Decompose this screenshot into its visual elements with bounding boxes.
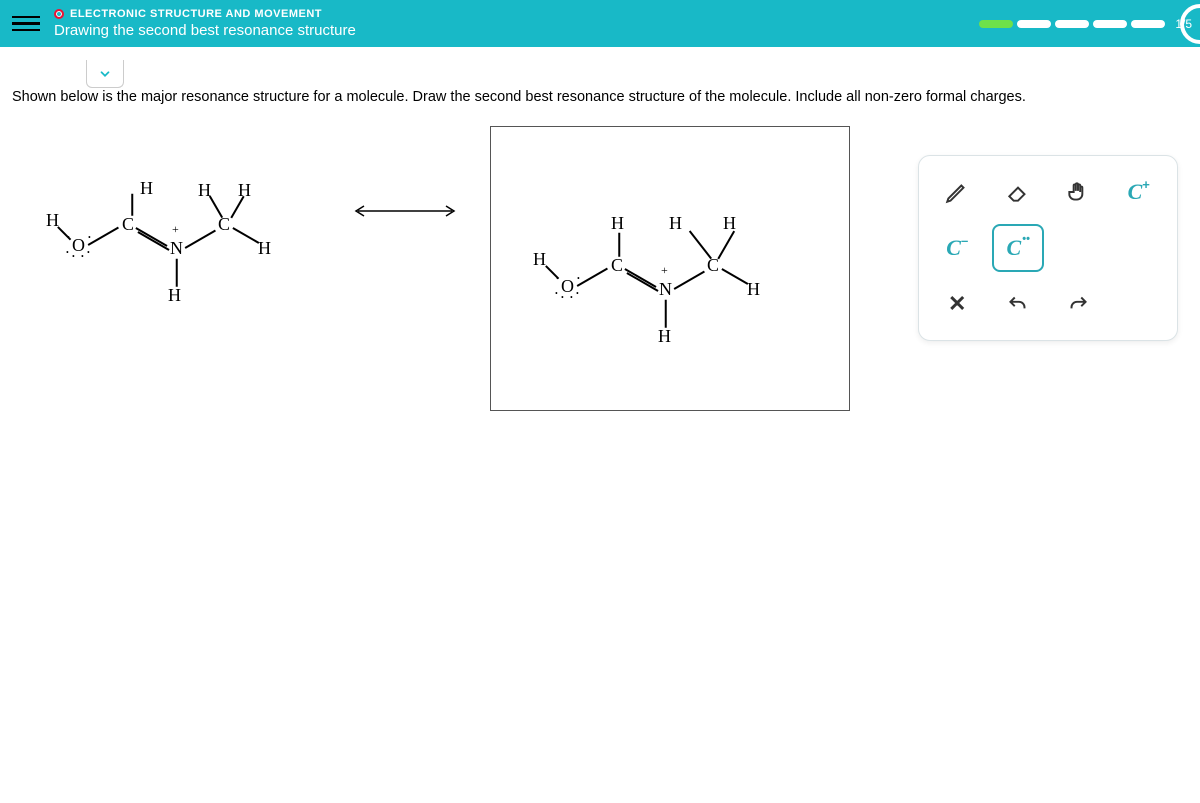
eraser-icon — [1005, 179, 1031, 205]
chapter-title: ELECTRONIC STRUCTURE AND MOVEMENT — [54, 8, 356, 20]
progress-bar — [979, 20, 1165, 28]
drawing-canvas[interactable]: O • • • • • • H C H N + H C H H — [490, 126, 850, 411]
carbon-plus-label: C — [1128, 181, 1143, 203]
hand-tool[interactable] — [1052, 168, 1105, 216]
clear-button[interactable]: ✕ — [931, 280, 984, 328]
eraser-tool[interactable] — [992, 168, 1045, 216]
lesson-title: Drawing the second best resonance struct… — [54, 22, 356, 39]
progress-wrap: 1/5 — [979, 17, 1192, 31]
close-icon: ✕ — [948, 293, 966, 315]
pencil-tool[interactable] — [931, 168, 984, 216]
question-prompt: Shown below is the major resonance struc… — [0, 47, 1200, 105]
chevron-down-icon — [98, 67, 112, 81]
carbon-lonepair-tool[interactable]: C•• — [992, 224, 1045, 272]
redo-icon — [1065, 291, 1091, 317]
chapter-text: ELECTRONIC STRUCTURE AND MOVEMENT — [70, 8, 322, 20]
undo-icon — [1005, 291, 1031, 317]
carbon-minus-tool[interactable]: C– — [931, 224, 984, 272]
hand-icon — [1065, 179, 1091, 205]
carbon-lonepair-label: C — [1007, 237, 1022, 259]
record-dot-icon — [54, 9, 64, 19]
resonance-arrow-icon — [350, 201, 460, 221]
collapse-toggle[interactable] — [86, 60, 124, 88]
next-round-button[interactable] — [1180, 4, 1200, 44]
title-block: ELECTRONIC STRUCTURE AND MOVEMENT Drawin… — [54, 8, 356, 39]
carbon-minus-label: C — [946, 237, 961, 259]
molecule-left: O • • • • • • H C H N + H C H H H — [40, 131, 320, 331]
pencil-icon — [944, 179, 970, 205]
tool-panel: C+ C– C•• ✕ — [918, 155, 1178, 341]
header-bar: ELECTRONIC STRUCTURE AND MOVEMENT Drawin… — [0, 0, 1200, 47]
undo-button[interactable] — [992, 280, 1045, 328]
molecule-right: O • • • • • • H C H N + H C H H — [511, 172, 791, 372]
carbon-plus-tool[interactable]: C+ — [1113, 168, 1166, 216]
menu-icon[interactable] — [12, 10, 40, 38]
redo-button[interactable] — [1052, 280, 1105, 328]
